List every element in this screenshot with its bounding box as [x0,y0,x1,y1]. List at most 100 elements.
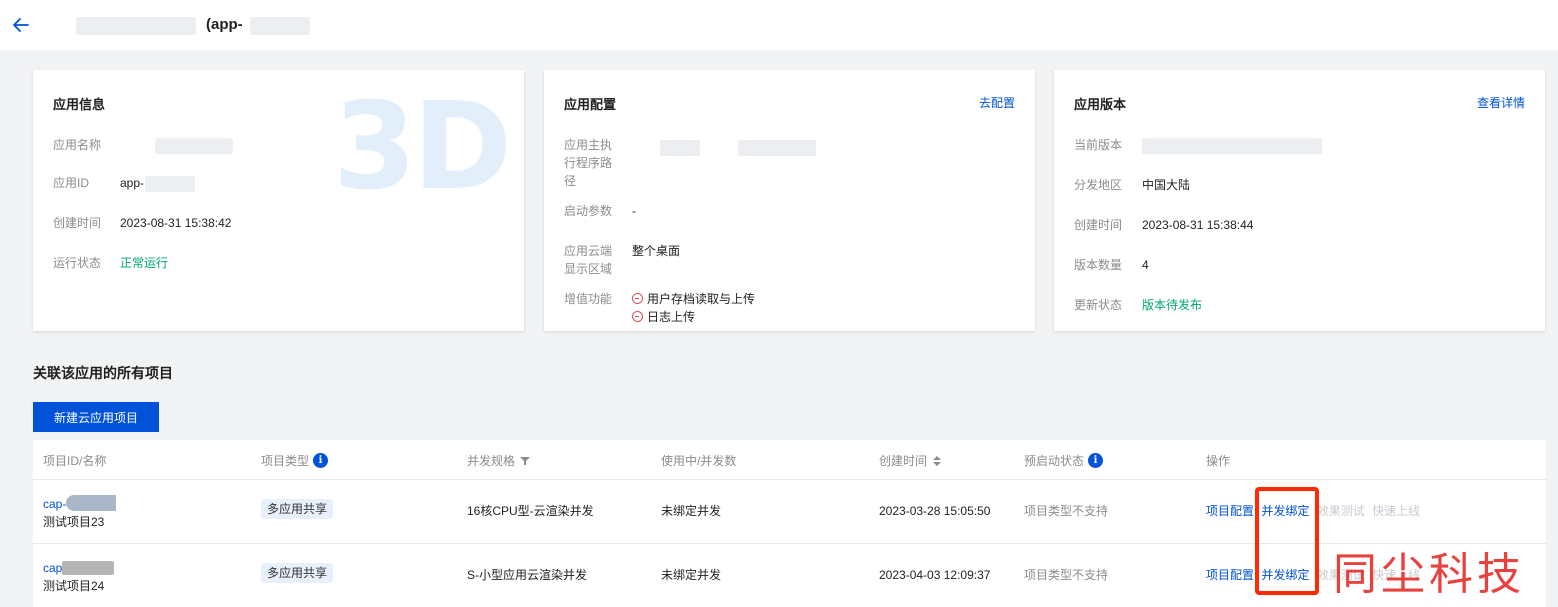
brand-watermark: 同尘科技 [1333,549,1525,600]
info-icon[interactable]: i [313,453,329,468]
usage-status: 未绑定并发 [661,504,722,518]
run-status-value: 正常运行 [120,256,169,270]
col-label: 项目类型 [261,454,310,468]
region-value: 中国大陆 [1142,178,1191,192]
exec-path-label: 应用主执行程序路径 [564,138,613,188]
info-icon[interactable]: i [1088,453,1104,468]
addon-2-text: 日志上传 [647,310,696,324]
project-id-cell: cap- [43,495,117,513]
redacted-value [62,561,115,575]
sort-icon[interactable] [933,455,942,466]
redacted-value [660,140,700,156]
update-status-value: 版本待发布 [1142,298,1203,312]
row-actions: 项目配置 并发绑定 效果测试 快速上线 [1206,502,1420,520]
project-name: 测试项目23 [43,515,105,529]
app-id-value: app- [120,176,145,190]
table-row: cap 测试项目24 多应用共享 S-小型应用云渲染并发 未绑定并发 2023-… [33,544,1546,607]
project-name: 测试项目24 [43,579,105,593]
type-badge-text: 多应用共享 [261,499,334,519]
minus-circle-icon [632,293,643,304]
launch-params-value: - [632,204,636,218]
app-version-card: 应用版本 查看详情 当前版本 分发地区 中国大陆 创建时间 2023-08-31… [1054,70,1545,331]
addon-1-text: 用户存档读取与上传 [647,292,756,306]
card-title: 应用配置 [564,97,617,112]
project-config-link[interactable]: 项目配置 [1206,568,1254,582]
col-label: 预启动状态 [1024,454,1085,468]
redacted-value [155,138,233,154]
col-label: 创建时间 [879,454,928,468]
type-badge-text: 多应用共享 [261,563,334,583]
filter-icon[interactable] [520,456,531,466]
version-count-label: 版本数量 [1074,258,1123,272]
top-bar: (app- [0,0,1558,50]
table-header: 项目ID/名称 项目类型 i 并发规格 使用中/并发数 创建时间 预启动状态 i 操… [33,440,1546,480]
new-project-button[interactable]: 新建云应用项目 [33,402,159,432]
project-config-link[interactable]: 项目配置 [1206,504,1254,518]
project-created-time: 2023-03-28 15:05:50 [879,504,991,518]
current-version-label: 当前版本 [1074,138,1123,152]
view-details-link[interactable]: 查看详情 [1477,94,1525,111]
col-id-name: 项目ID/名称 [43,452,106,469]
col-label: 项目ID/名称 [43,454,107,468]
concurrency-spec: 16核CPU型-云渲染并发 [467,504,594,518]
card-title: 应用信息 [53,97,106,112]
watermark-3d-logo: 3D [333,78,512,217]
col-usage: 使用中/并发数 [661,452,736,469]
redacted-value [66,495,117,511]
display-area-label: 应用云端显示区域 [564,244,613,276]
region-label: 分发地区 [1074,178,1123,192]
col-label: 操作 [1206,454,1231,468]
project-id-link[interactable]: cap [43,561,62,575]
project-type-badge: 多应用共享 [261,499,334,519]
version-created-label: 创建时间 [1074,218,1123,232]
concurrency-spec: S-小型应用云渲染并发 [467,568,588,582]
created-time-value: 2023-08-31 15:38:42 [120,216,232,230]
version-created-value: 2023-08-31 15:38:44 [1142,218,1254,232]
table-row: cap- 测试项目23 多应用共享 16核CPU型-云渲染并发 未绑定并发 20… [33,480,1546,544]
redacted-app-name [76,17,196,35]
prestart-status: 项目类型不支持 [1024,568,1109,582]
col-ops: 操作 [1206,452,1230,469]
version-count-value: 4 [1142,258,1149,272]
app-info-card: 3D 应用信息 应用名称 应用ID app- 创建时间 2023-08-31 1… [33,70,524,331]
usage-status: 未绑定并发 [661,568,722,582]
update-status-label: 更新状态 [1074,298,1123,312]
redacted-value [1142,138,1322,154]
app-config-card: 应用配置 去配置 应用主执行程序路径 启动参数 - 应用云端显示区域 整个桌面 … [544,70,1035,331]
display-area-value: 整个桌面 [632,244,681,258]
project-id-cell: cap [43,559,115,577]
quick-launch-link[interactable]: 快速上线 [1372,504,1420,518]
projects-table: 项目ID/名称 项目类型 i 并发规格 使用中/并发数 创建时间 预启动状态 i 操… [33,440,1546,607]
arrow-left-icon [13,18,29,32]
projects-section-title: 关联该应用的所有项目 [33,365,173,381]
col-label: 使用中/并发数 [661,454,737,468]
project-type-badge: 多应用共享 [261,563,334,583]
addons-label: 增值功能 [564,292,613,306]
col-prestart: 预启动状态 i [1024,452,1104,469]
app-id-label: 应用ID [53,176,90,190]
redacted-value [738,140,816,156]
addon-item: 日志上传 [632,308,695,326]
project-created-time: 2023-04-03 12:09:37 [879,568,991,582]
project-id-link[interactable]: cap- [43,497,66,511]
page-title: (app- [206,16,243,33]
redacted-value [145,176,195,192]
prestart-status: 项目类型不支持 [1024,504,1109,518]
effect-test-link[interactable]: 效果测试 [1317,504,1365,518]
app-name-label: 应用名称 [53,138,102,152]
addon-item: 用户存档读取与上传 [632,290,755,308]
run-status-label: 运行状态 [53,256,102,270]
created-time-label: 创建时间 [53,216,102,230]
bind-concurrency-link[interactable]: 并发绑定 [1261,568,1309,582]
col-label: 并发规格 [467,454,516,468]
redacted-app-id [250,17,310,35]
card-title: 应用版本 [1074,97,1127,112]
col-type: 项目类型 i [261,452,329,469]
back-button[interactable] [11,15,31,35]
minus-circle-icon [632,311,643,322]
configure-link[interactable]: 去配置 [979,94,1015,111]
bind-concurrency-link[interactable]: 并发绑定 [1261,504,1309,518]
col-created: 创建时间 [879,452,942,469]
launch-params-label: 启动参数 [564,204,613,218]
col-spec: 并发规格 [467,452,531,469]
